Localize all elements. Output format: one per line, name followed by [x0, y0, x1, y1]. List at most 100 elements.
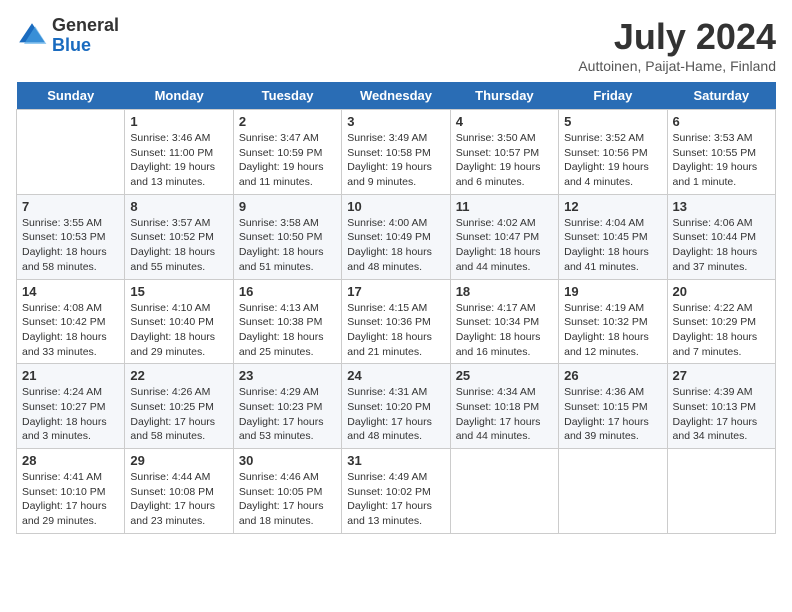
sunrise-text: Sunrise: 3:52 AM: [564, 131, 661, 146]
sunrise-text: Sunrise: 4:46 AM: [239, 470, 336, 485]
sunrise-text: Sunrise: 4:19 AM: [564, 301, 661, 316]
day-header-row: SundayMondayTuesdayWednesdayThursdayFrid…: [17, 82, 776, 110]
daylight-text: Daylight: 19 hours and 11 minutes.: [239, 160, 336, 189]
calendar-cell: 12 Sunrise: 4:04 AM Sunset: 10:45 PM Day…: [559, 194, 667, 279]
cell-info: Sunrise: 3:53 AM Sunset: 10:55 PM Daylig…: [673, 131, 770, 190]
sunset-text: Sunset: 10:50 PM: [239, 230, 336, 245]
day-header-wednesday: Wednesday: [342, 82, 450, 110]
cell-info: Sunrise: 4:44 AM Sunset: 10:08 PM Daylig…: [130, 470, 227, 529]
cell-info: Sunrise: 4:46 AM Sunset: 10:05 PM Daylig…: [239, 470, 336, 529]
sunrise-text: Sunrise: 3:50 AM: [456, 131, 553, 146]
sunrise-text: Sunrise: 4:13 AM: [239, 301, 336, 316]
sunset-text: Sunset: 10:59 PM: [239, 146, 336, 161]
date-number: 2: [239, 114, 336, 129]
calendar-table: SundayMondayTuesdayWednesdayThursdayFrid…: [16, 82, 776, 534]
calendar-cell: 5 Sunrise: 3:52 AM Sunset: 10:56 PM Dayl…: [559, 110, 667, 195]
sunset-text: Sunset: 10:13 PM: [673, 400, 770, 415]
daylight-text: Daylight: 17 hours and 13 minutes.: [347, 499, 444, 528]
sunset-text: Sunset: 10:10 PM: [22, 485, 119, 500]
cell-info: Sunrise: 4:49 AM Sunset: 10:02 PM Daylig…: [347, 470, 444, 529]
sunset-text: Sunset: 10:44 PM: [673, 230, 770, 245]
cell-info: Sunrise: 4:31 AM Sunset: 10:20 PM Daylig…: [347, 385, 444, 444]
logo-blue: Blue: [52, 36, 119, 56]
calendar-cell: 7 Sunrise: 3:55 AM Sunset: 10:53 PM Dayl…: [17, 194, 125, 279]
cell-info: Sunrise: 3:57 AM Sunset: 10:52 PM Daylig…: [130, 216, 227, 275]
sunset-text: Sunset: 10:58 PM: [347, 146, 444, 161]
calendar-cell: 8 Sunrise: 3:57 AM Sunset: 10:52 PM Dayl…: [125, 194, 233, 279]
sunrise-text: Sunrise: 4:06 AM: [673, 216, 770, 231]
date-number: 19: [564, 284, 661, 299]
calendar-cell: 6 Sunrise: 3:53 AM Sunset: 10:55 PM Dayl…: [667, 110, 775, 195]
daylight-text: Daylight: 18 hours and 55 minutes.: [130, 245, 227, 274]
calendar-cell: 2 Sunrise: 3:47 AM Sunset: 10:59 PM Dayl…: [233, 110, 341, 195]
sunrise-text: Sunrise: 3:57 AM: [130, 216, 227, 231]
sunset-text: Sunset: 10:32 PM: [564, 315, 661, 330]
daylight-text: Daylight: 19 hours and 1 minute.: [673, 160, 770, 189]
logo-icon: [16, 20, 48, 52]
daylight-text: Daylight: 17 hours and 34 minutes.: [673, 415, 770, 444]
daylight-text: Daylight: 19 hours and 6 minutes.: [456, 160, 553, 189]
sunrise-text: Sunrise: 4:31 AM: [347, 385, 444, 400]
calendar-cell: 10 Sunrise: 4:00 AM Sunset: 10:49 PM Day…: [342, 194, 450, 279]
sunset-text: Sunset: 10:08 PM: [130, 485, 227, 500]
daylight-text: Daylight: 18 hours and 21 minutes.: [347, 330, 444, 359]
date-number: 13: [673, 199, 770, 214]
sunset-text: Sunset: 10:25 PM: [130, 400, 227, 415]
cell-info: Sunrise: 4:22 AM Sunset: 10:29 PM Daylig…: [673, 301, 770, 360]
cell-info: Sunrise: 3:46 AM Sunset: 11:00 PM Daylig…: [130, 131, 227, 190]
date-number: 31: [347, 453, 444, 468]
calendar-cell: 15 Sunrise: 4:10 AM Sunset: 10:40 PM Day…: [125, 279, 233, 364]
cell-info: Sunrise: 4:34 AM Sunset: 10:18 PM Daylig…: [456, 385, 553, 444]
calendar-cell: 11 Sunrise: 4:02 AM Sunset: 10:47 PM Day…: [450, 194, 558, 279]
title-block: July 2024 Auttoinen, Paijat-Hame, Finlan…: [578, 16, 776, 74]
sunset-text: Sunset: 10:38 PM: [239, 315, 336, 330]
logo: General Blue: [16, 16, 119, 56]
sunrise-text: Sunrise: 4:41 AM: [22, 470, 119, 485]
date-number: 11: [456, 199, 553, 214]
daylight-text: Daylight: 18 hours and 29 minutes.: [130, 330, 227, 359]
date-number: 1: [130, 114, 227, 129]
sunrise-text: Sunrise: 4:29 AM: [239, 385, 336, 400]
day-header-tuesday: Tuesday: [233, 82, 341, 110]
calendar-cell: 9 Sunrise: 3:58 AM Sunset: 10:50 PM Dayl…: [233, 194, 341, 279]
sunset-text: Sunset: 10:42 PM: [22, 315, 119, 330]
day-header-saturday: Saturday: [667, 82, 775, 110]
sunset-text: Sunset: 10:57 PM: [456, 146, 553, 161]
cell-info: Sunrise: 4:02 AM Sunset: 10:47 PM Daylig…: [456, 216, 553, 275]
sunrise-text: Sunrise: 4:10 AM: [130, 301, 227, 316]
cell-info: Sunrise: 4:00 AM Sunset: 10:49 PM Daylig…: [347, 216, 444, 275]
day-header-sunday: Sunday: [17, 82, 125, 110]
sunrise-text: Sunrise: 3:46 AM: [130, 131, 227, 146]
daylight-text: Daylight: 18 hours and 12 minutes.: [564, 330, 661, 359]
calendar-cell: 28 Sunrise: 4:41 AM Sunset: 10:10 PM Day…: [17, 449, 125, 534]
sunrise-text: Sunrise: 4:15 AM: [347, 301, 444, 316]
daylight-text: Daylight: 18 hours and 16 minutes.: [456, 330, 553, 359]
date-number: 21: [22, 368, 119, 383]
sunrise-text: Sunrise: 3:49 AM: [347, 131, 444, 146]
date-number: 12: [564, 199, 661, 214]
cell-info: Sunrise: 4:08 AM Sunset: 10:42 PM Daylig…: [22, 301, 119, 360]
calendar-cell: 29 Sunrise: 4:44 AM Sunset: 10:08 PM Day…: [125, 449, 233, 534]
cell-info: Sunrise: 4:29 AM Sunset: 10:23 PM Daylig…: [239, 385, 336, 444]
sunset-text: Sunset: 10:45 PM: [564, 230, 661, 245]
day-header-monday: Monday: [125, 82, 233, 110]
sunrise-text: Sunrise: 4:34 AM: [456, 385, 553, 400]
daylight-text: Daylight: 19 hours and 4 minutes.: [564, 160, 661, 189]
daylight-text: Daylight: 18 hours and 58 minutes.: [22, 245, 119, 274]
date-number: 4: [456, 114, 553, 129]
sunrise-text: Sunrise: 4:49 AM: [347, 470, 444, 485]
date-number: 28: [22, 453, 119, 468]
cell-info: Sunrise: 4:24 AM Sunset: 10:27 PM Daylig…: [22, 385, 119, 444]
daylight-text: Daylight: 18 hours and 51 minutes.: [239, 245, 336, 274]
calendar-cell: 4 Sunrise: 3:50 AM Sunset: 10:57 PM Dayl…: [450, 110, 558, 195]
date-number: 24: [347, 368, 444, 383]
sunset-text: Sunset: 10:15 PM: [564, 400, 661, 415]
sunrise-text: Sunrise: 4:24 AM: [22, 385, 119, 400]
cell-info: Sunrise: 3:49 AM Sunset: 10:58 PM Daylig…: [347, 131, 444, 190]
sunset-text: Sunset: 10:56 PM: [564, 146, 661, 161]
cell-info: Sunrise: 3:55 AM Sunset: 10:53 PM Daylig…: [22, 216, 119, 275]
logo-general: General: [52, 16, 119, 36]
cell-info: Sunrise: 4:15 AM Sunset: 10:36 PM Daylig…: [347, 301, 444, 360]
week-row-4: 21 Sunrise: 4:24 AM Sunset: 10:27 PM Day…: [17, 364, 776, 449]
date-number: 6: [673, 114, 770, 129]
